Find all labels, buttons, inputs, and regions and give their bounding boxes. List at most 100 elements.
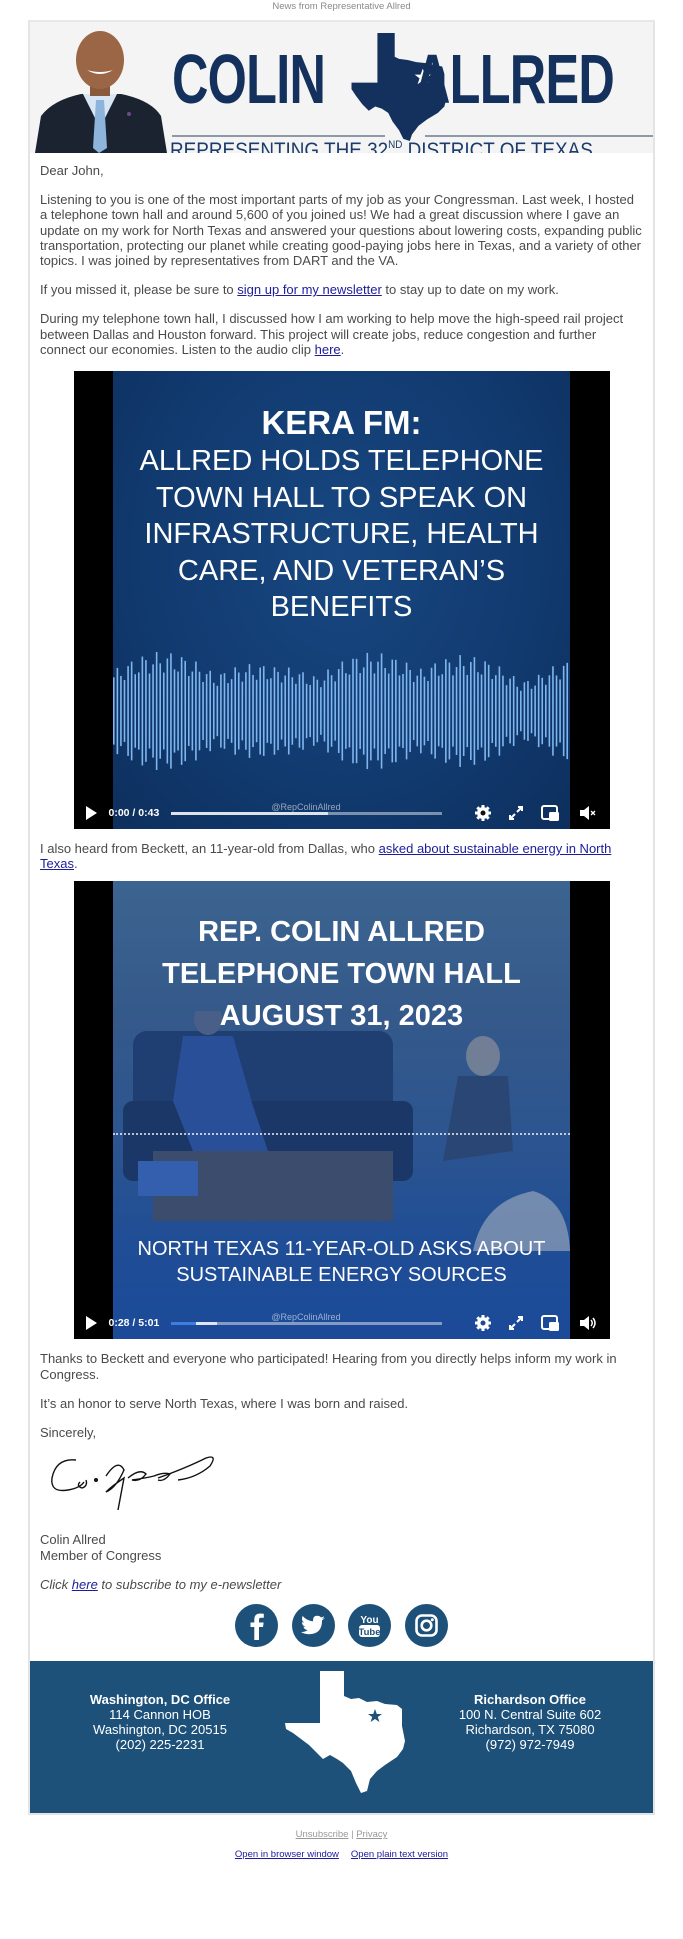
waveform-bar: [341, 661, 343, 761]
waveform-bar: [287, 667, 290, 755]
waveform-bar: [291, 677, 293, 745]
fullscreen-icon[interactable]: [506, 1313, 526, 1333]
waveform-bar: [562, 665, 564, 757]
office-richardson: Richardson Office 100 N. Central Suite 6…: [430, 1692, 630, 1752]
logo-name-first: COLIN: [172, 40, 326, 118]
signature-image: [51, 1456, 214, 1511]
office-phone: (202) 225-2231: [115, 1737, 205, 1753]
instagram-link[interactable]: [404, 1604, 448, 1648]
waveform-bar: [330, 675, 332, 747]
waveform-bar: [258, 667, 261, 755]
video-title-line: ALLRED HOLDS TELEPHONE: [139, 445, 544, 478]
video-watermark: @RepColinAllred: [271, 1312, 341, 1323]
dotted-divider: [112, 1133, 570, 1136]
district-tagline: REPRESENTING THE 32ND DISTRICT OF TEXAS: [170, 139, 593, 153]
waveform-bar: [251, 674, 254, 748]
facebook-link[interactable]: [235, 1604, 279, 1648]
waveform-bar: [216, 685, 218, 737]
video-player-town-hall[interactable]: REP. COLIN ALLRED TELEPHONE TOWN HALL AU…: [73, 881, 610, 1340]
video-seek-bar[interactable]: @RepColinAllred: [170, 1312, 442, 1326]
picture-in-picture-icon[interactable]: [540, 803, 560, 823]
waveform-bar: [433, 663, 436, 759]
video-title-line: TELEPHONE TOWN HALL: [162, 958, 521, 991]
video-controls: 0:00 / 0:43 @RepColinAllred: [74, 795, 610, 829]
picture-in-picture-icon[interactable]: [540, 1313, 560, 1333]
waveform-bar: [455, 667, 457, 755]
play-button[interactable]: [85, 1316, 97, 1331]
portrait-photo: [33, 28, 168, 153]
waveform-bar: [533, 685, 536, 737]
play-button[interactable]: [85, 806, 97, 821]
waveform-bar: [137, 672, 140, 750]
video-seek-bar[interactable]: @RepColinAllred: [170, 802, 442, 816]
settings-gear-icon[interactable]: [473, 1313, 493, 1333]
waveform-bar: [551, 666, 554, 756]
video-time: 0:00 / 0:43: [108, 807, 160, 820]
waveform-bar: [166, 658, 168, 764]
waveform-bar: [440, 674, 443, 748]
waveform-bar: [483, 661, 486, 761]
waveform-bar: [269, 678, 272, 744]
waveform-bar: [141, 656, 143, 766]
waveform-bar: [369, 661, 372, 761]
waveform-bar: [444, 659, 447, 763]
paragraph-text: to stay up to date on my work.: [381, 282, 559, 298]
video-title: KERA FM: ALLRED HOLDS TELEPHONE TOWN HAL…: [74, 403, 610, 626]
office-name: Washington, DC Office: [89, 1692, 231, 1708]
open-plain-text-link[interactable]: Open plain text version: [351, 1849, 448, 1860]
closing: Sincerely,: [40, 1425, 97, 1441]
waveform-bar: [526, 681, 529, 741]
privacy-link[interactable]: Privacy: [356, 1829, 387, 1840]
waveform-bar: [408, 670, 411, 753]
office-city: Richardson, TX 75080: [465, 1722, 595, 1738]
waveform-bar: [537, 674, 539, 748]
video-player-kera[interactable]: KERA FM: ALLRED HOLDS TELEPHONE TOWN HAL…: [73, 371, 610, 830]
fullscreen-icon[interactable]: [506, 803, 526, 823]
email-bottom-links: Unsubscribe | Privacy Open in browser wi…: [0, 1815, 683, 1860]
office-city: Washington, DC 20515: [93, 1722, 227, 1738]
settings-gear-icon[interactable]: [473, 803, 493, 823]
greeting: Dear John,: [40, 163, 104, 178]
volume-icon[interactable]: [578, 1313, 598, 1333]
open-in-browser-link[interactable]: Open in browser window: [235, 1849, 339, 1860]
waveform-bar: [148, 673, 150, 749]
waveform-bar: [473, 657, 475, 765]
office-name: Richardson Office: [474, 1692, 586, 1708]
waveform-bar: [380, 653, 382, 769]
waveform-bar: [390, 659, 393, 763]
video-title-line: BENEFITS: [270, 591, 413, 624]
paragraph-text: I also heard from Beckett, an 11-year-ol…: [40, 841, 379, 857]
paragraph-newsletter: If you missed it, please be sure to sign…: [40, 282, 643, 297]
office-address: 114 Cannon HOB: [109, 1707, 211, 1723]
waveform-bar: [469, 661, 472, 761]
paragraph-text: .: [340, 341, 345, 357]
twitter-link[interactable]: [291, 1604, 335, 1648]
waveform-bar: [305, 683, 307, 739]
waveform-bar: [183, 660, 186, 762]
waveform-bar: [194, 661, 197, 761]
waveform-bar: [283, 675, 286, 747]
subscribe-link[interactable]: here: [72, 1577, 98, 1592]
waveform-bar: [126, 666, 129, 756]
waveform-bar: [437, 675, 439, 747]
waveform-bar: [448, 662, 450, 760]
volume-muted-icon[interactable]: [578, 803, 598, 823]
waveform-bar: [244, 672, 247, 750]
youtube-link[interactable]: You Tube: [348, 1604, 392, 1648]
office-phone: (972) 972-7949: [485, 1737, 575, 1753]
newsletter-signup-link[interactable]: sign up for my newsletter: [237, 282, 382, 297]
waveform-bar: [344, 673, 347, 749]
waveform-bar: [241, 681, 243, 741]
tagline-text: REPRESENTING THE 32: [170, 139, 389, 153]
audio-clip-link[interactable]: here: [315, 342, 341, 357]
video-title-line: CARE, AND VETERAN’S: [177, 554, 506, 587]
waveform-bar: [312, 676, 315, 746]
waveform-bar: [237, 672, 240, 750]
waveform-bar: [498, 666, 500, 756]
waveform-bar: [308, 684, 311, 738]
waveform-bar: [555, 675, 557, 747]
waveform-bar: [248, 664, 250, 758]
waveform-bar: [180, 657, 182, 765]
unsubscribe-link[interactable]: Unsubscribe: [296, 1829, 349, 1840]
waveform-bar: [266, 679, 268, 743]
